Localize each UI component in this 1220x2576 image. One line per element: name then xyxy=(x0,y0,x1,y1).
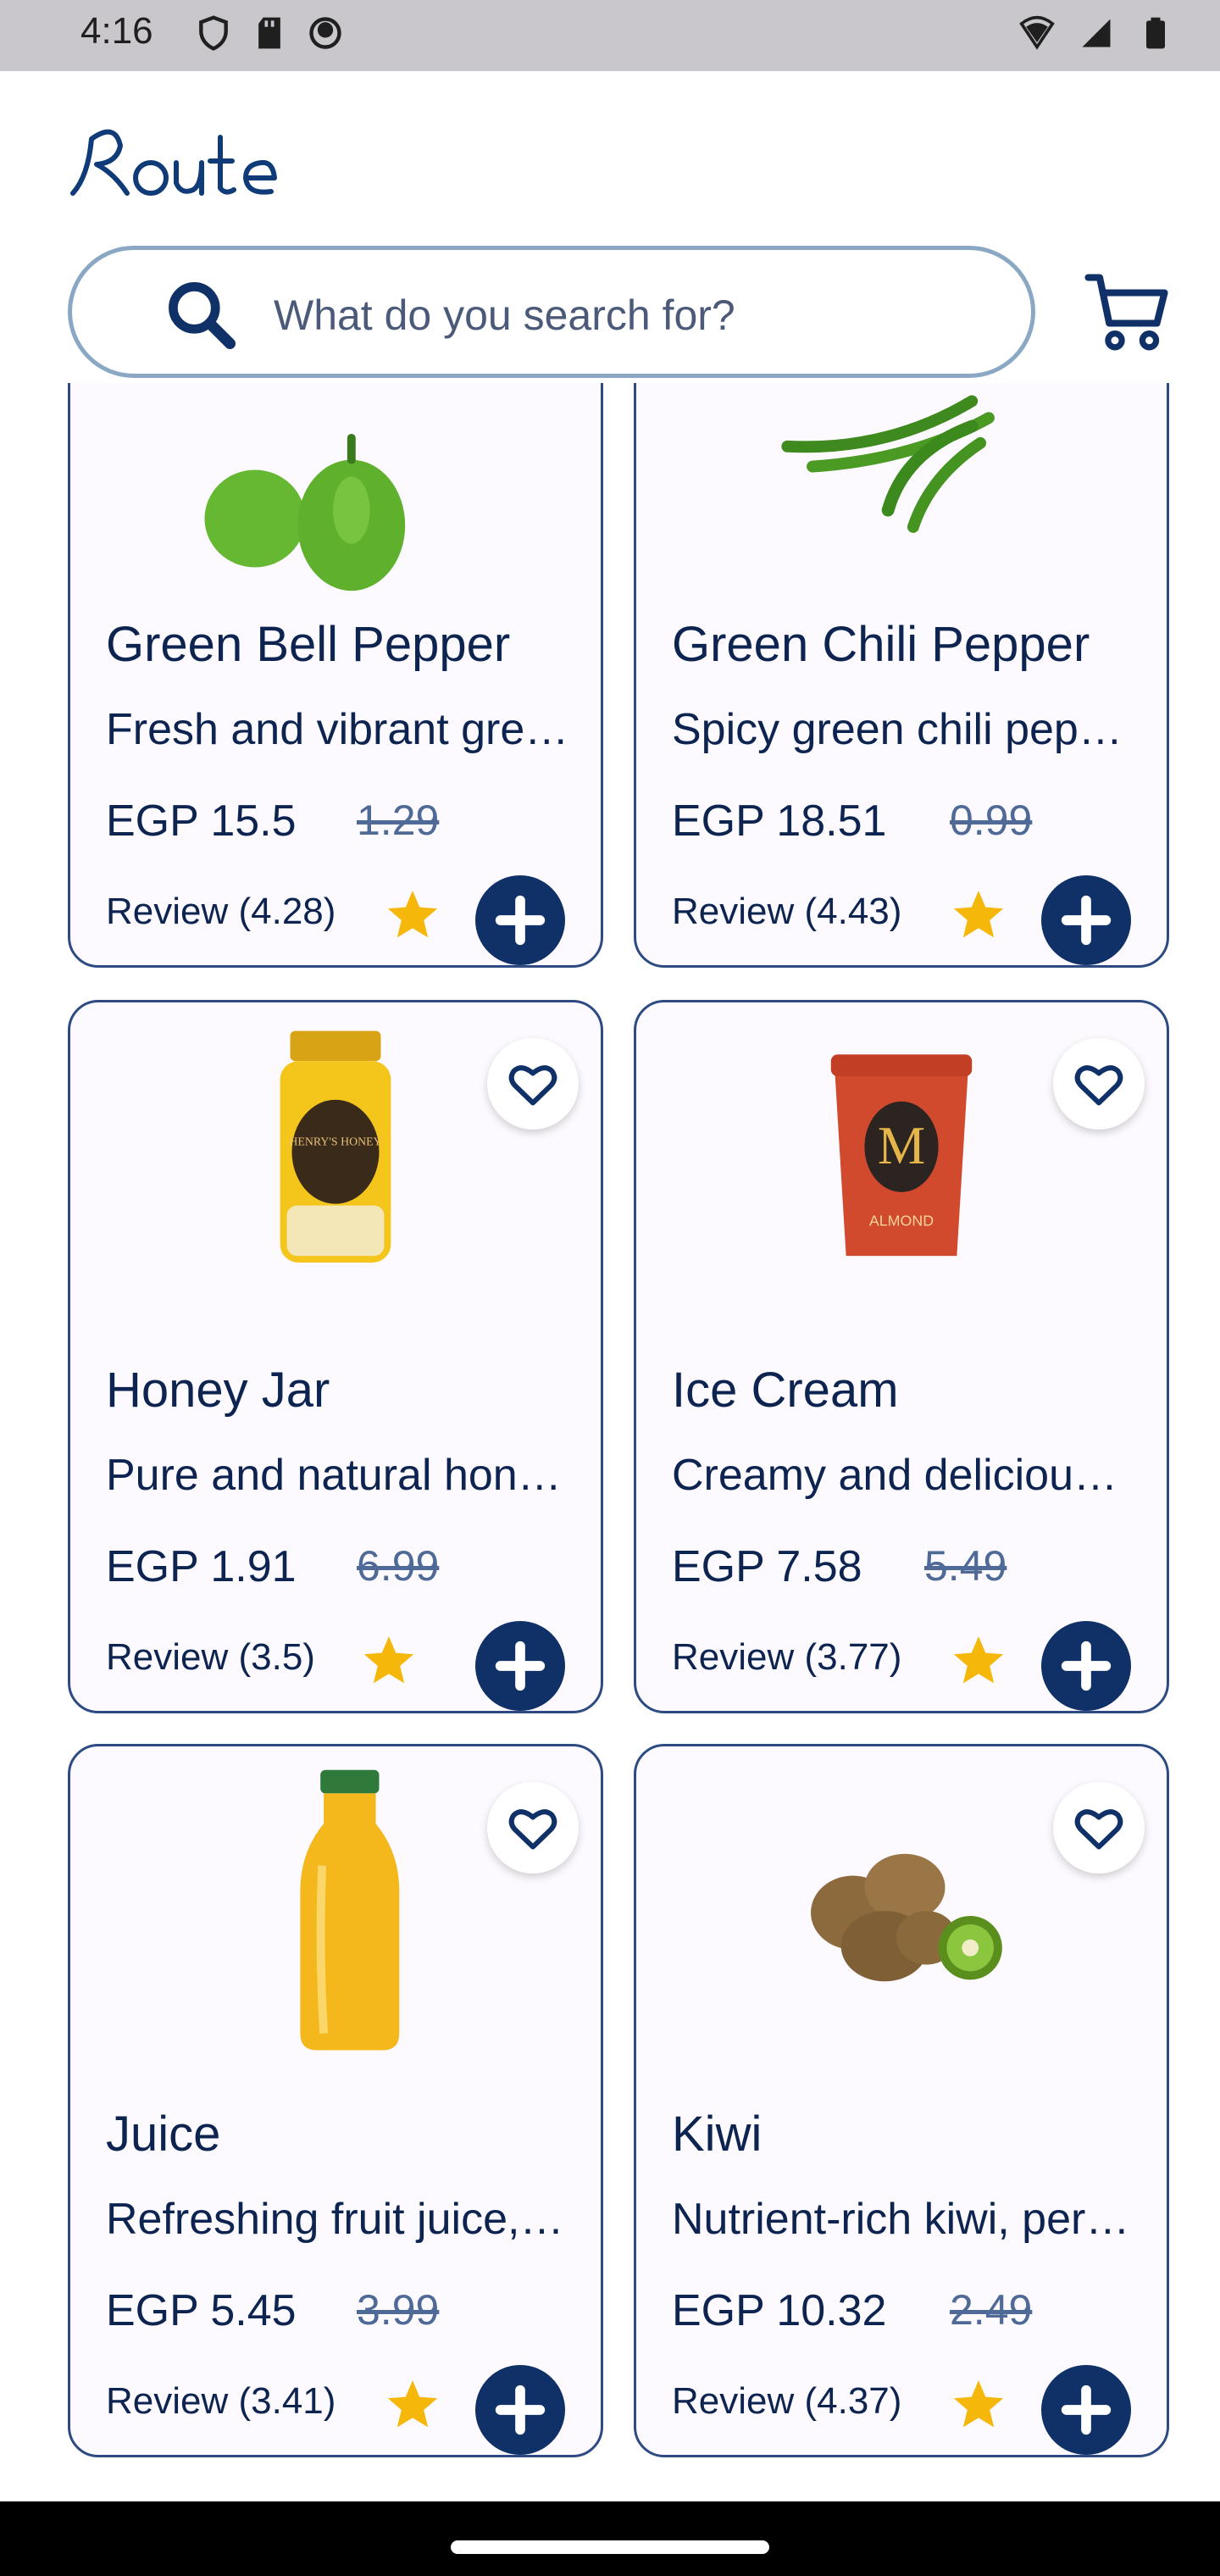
plus-icon xyxy=(1061,895,1112,946)
product-review: Review (4.37) xyxy=(672,2380,902,2422)
product-description: Nutrient-rich kiwi, per… xyxy=(672,2195,1130,2244)
cart-icon[interactable] xyxy=(1084,269,1176,354)
signal-icon xyxy=(1082,19,1111,47)
product-description: Spicy green chili pep… xyxy=(672,705,1123,754)
add-to-cart-button[interactable] xyxy=(1041,875,1131,965)
ice-cream-label: ALMOND xyxy=(869,1212,934,1229)
product-card[interactable]: M ALMOND Ice Cream Creamy and deliciou… … xyxy=(634,1000,1169,1713)
product-title: Juice xyxy=(106,2107,221,2162)
navigation-bar xyxy=(0,2501,1220,2576)
status-time: 4:16 xyxy=(80,10,153,52)
product-old-price: 1.29 xyxy=(357,797,440,844)
heart-icon xyxy=(508,1065,557,1106)
honey-jar-label: HENRY'S HONEY xyxy=(289,1135,381,1147)
plus-icon xyxy=(495,895,546,946)
product-title: Green Chili Pepper xyxy=(672,617,1090,672)
product-price: EGP 7.58 xyxy=(672,1542,862,1591)
product-card[interactable]: Juice Refreshing fruit juice,… EGP 5.45 … xyxy=(68,1744,603,2457)
product-title: Kiwi xyxy=(672,2107,762,2162)
star-icon xyxy=(363,1636,414,1684)
product-old-price: 5.49 xyxy=(924,1542,1007,1590)
product-grid: Green Bell Pepper Fresh and vibrant gre…… xyxy=(0,383,1220,2501)
green-bell-pepper-image xyxy=(204,433,406,591)
product-title: Ice Cream xyxy=(672,1363,899,1418)
product-price: EGP 10.32 xyxy=(672,2286,887,2335)
star-icon xyxy=(953,891,1004,938)
add-to-cart-button[interactable] xyxy=(475,2365,565,2455)
face-icon xyxy=(309,17,341,49)
product-review: Review (3.77) xyxy=(672,1636,902,1678)
home-indicator[interactable] xyxy=(451,2540,769,2554)
product-card[interactable]: Kiwi Nutrient-rich kiwi, per… EGP 10.32 … xyxy=(634,1744,1169,2457)
add-to-cart-button[interactable] xyxy=(475,1621,565,1711)
product-description: Creamy and deliciou… xyxy=(672,1451,1118,1500)
product-old-price: 3.99 xyxy=(357,2286,440,2334)
product-card[interactable]: Green Bell Pepper Fresh and vibrant gre…… xyxy=(68,383,603,968)
battery-icon xyxy=(1146,17,1165,49)
product-description: Fresh and vibrant gre… xyxy=(106,705,569,754)
route-logo xyxy=(70,129,277,196)
search-input[interactable] xyxy=(272,280,953,350)
product-description: Pure and natural hon… xyxy=(106,1451,562,1500)
plus-icon xyxy=(495,1641,546,1691)
heart-icon xyxy=(1074,1065,1123,1106)
product-price: EGP 1.91 xyxy=(106,1542,297,1591)
star-icon xyxy=(953,2380,1004,2428)
add-to-cart-button[interactable] xyxy=(1041,1621,1131,1711)
favorite-button[interactable] xyxy=(487,1038,579,1130)
product-price: EGP 18.51 xyxy=(672,797,887,846)
product-review: Review (3.41) xyxy=(106,2380,336,2422)
heart-icon xyxy=(508,1809,557,1850)
favorite-button[interactable] xyxy=(1053,1038,1145,1130)
plus-icon xyxy=(1061,2384,1112,2435)
add-to-cart-button[interactable] xyxy=(1041,2365,1131,2455)
product-review: Review (4.43) xyxy=(672,891,902,932)
add-to-cart-button[interactable] xyxy=(475,875,565,965)
status-bar: 4:16 xyxy=(0,0,1220,71)
product-description: Refreshing fruit juice,… xyxy=(106,2195,564,2244)
shield-icon xyxy=(199,15,228,51)
star-icon xyxy=(387,891,438,938)
product-title: Honey Jar xyxy=(106,1363,330,1418)
product-old-price: 0.99 xyxy=(950,797,1033,844)
star-icon xyxy=(387,2380,438,2428)
favorite-button[interactable] xyxy=(487,1782,579,1874)
product-title: Green Bell Pepper xyxy=(106,617,511,672)
product-price: EGP 5.45 xyxy=(106,2286,297,2335)
product-old-price: 2.49 xyxy=(950,2286,1033,2334)
product-card[interactable]: Green Chili Pepper Spicy green chili pep… xyxy=(634,383,1169,968)
product-old-price: 6.99 xyxy=(357,1542,440,1590)
sd-card-icon xyxy=(258,17,280,49)
star-icon xyxy=(953,1636,1004,1684)
search-icon xyxy=(169,282,236,350)
product-price: EGP 15.5 xyxy=(106,797,297,846)
product-review: Review (3.5) xyxy=(106,1636,315,1678)
plus-icon xyxy=(495,2384,546,2435)
svg-text:M: M xyxy=(878,1116,925,1175)
heart-icon xyxy=(1074,1809,1123,1850)
plus-icon xyxy=(1061,1641,1112,1691)
product-review: Review (4.28) xyxy=(106,891,336,932)
green-chili-pepper-image xyxy=(781,395,995,533)
favorite-button[interactable] xyxy=(1053,1782,1145,1874)
wifi-icon xyxy=(1019,15,1055,50)
search-box[interactable] xyxy=(68,246,1035,378)
product-card[interactable]: HENRY'S HONEY Honey Jar Pure and natural… xyxy=(68,1000,603,1713)
